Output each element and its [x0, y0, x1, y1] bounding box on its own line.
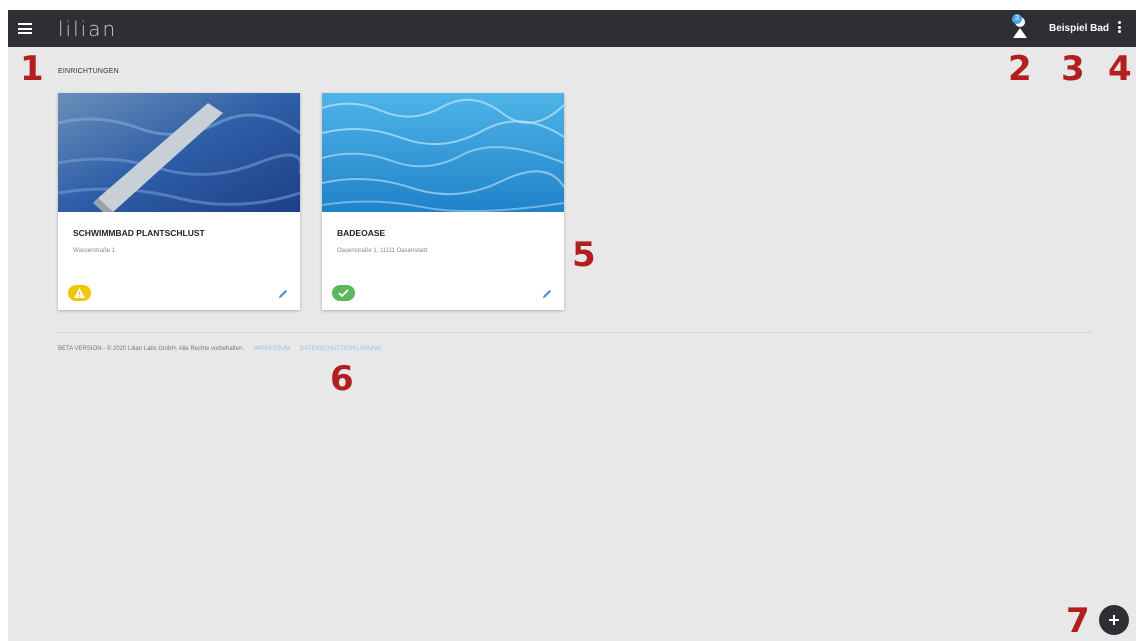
- annotation-number: 7: [1066, 601, 1090, 641]
- status-badge: [332, 285, 355, 301]
- facility-card[interactable]: BADEOASE Oasenstraße 1, 11111 Oasenstadt: [322, 93, 564, 310]
- top-bar: lilian 3 Beispiel Bad: [8, 10, 1136, 47]
- app-frame: lilian 3 Beispiel Bad EINRICHTUNGEN SCHW…: [8, 10, 1136, 641]
- hamburger-menu-icon[interactable]: [18, 23, 32, 34]
- notification-badge: 3: [1012, 14, 1022, 24]
- annotation-number: 3: [1061, 49, 1085, 89]
- facility-address: Wasserstraße 1: [73, 248, 116, 254]
- impressum-link[interactable]: IMPRESSUM: [254, 346, 290, 352]
- add-button[interactable]: [1099, 605, 1129, 635]
- facility-selector[interactable]: Beispiel Bad: [1049, 23, 1109, 34]
- facility-address: Oasenstraße 1, 11111 Oasenstadt: [337, 248, 428, 254]
- facility-name: SCHWIMMBAD PLANTSCHLUST: [73, 228, 205, 238]
- facility-image: [58, 93, 300, 212]
- warning-triangle-icon: [74, 288, 85, 298]
- facility-card[interactable]: SCHWIMMBAD PLANTSCHLUST Wasserstraße 1: [58, 93, 300, 310]
- user-icon[interactable]: 3: [1010, 14, 1030, 40]
- annotation-number: 5: [572, 235, 596, 275]
- annotation-number: 4: [1108, 49, 1132, 89]
- edit-pencil-icon[interactable]: [277, 287, 289, 299]
- facility-name: BADEOASE: [337, 228, 386, 238]
- edit-pencil-icon[interactable]: [541, 287, 553, 299]
- check-icon: [338, 289, 349, 298]
- footer-divider: [58, 332, 1092, 333]
- section-title: EINRICHTUNGEN: [58, 68, 119, 75]
- annotation-number: 6: [330, 359, 354, 399]
- footer: BETA VERSION - © 2020 Lilian Labs GmbH. …: [58, 346, 381, 352]
- copyright-text: BETA VERSION - © 2020 Lilian Labs GmbH. …: [58, 346, 245, 352]
- app-logo: lilian: [58, 17, 118, 41]
- status-badge: [68, 285, 91, 301]
- annotation-number: 1: [20, 49, 44, 89]
- annotation-number: 2: [1008, 49, 1032, 89]
- facility-image: [322, 93, 564, 212]
- plus-icon: [1109, 615, 1119, 625]
- vertical-dots-icon[interactable]: [1116, 21, 1122, 35]
- privacy-link[interactable]: DATENSCHUTZERKLÄRUNG: [300, 346, 382, 352]
